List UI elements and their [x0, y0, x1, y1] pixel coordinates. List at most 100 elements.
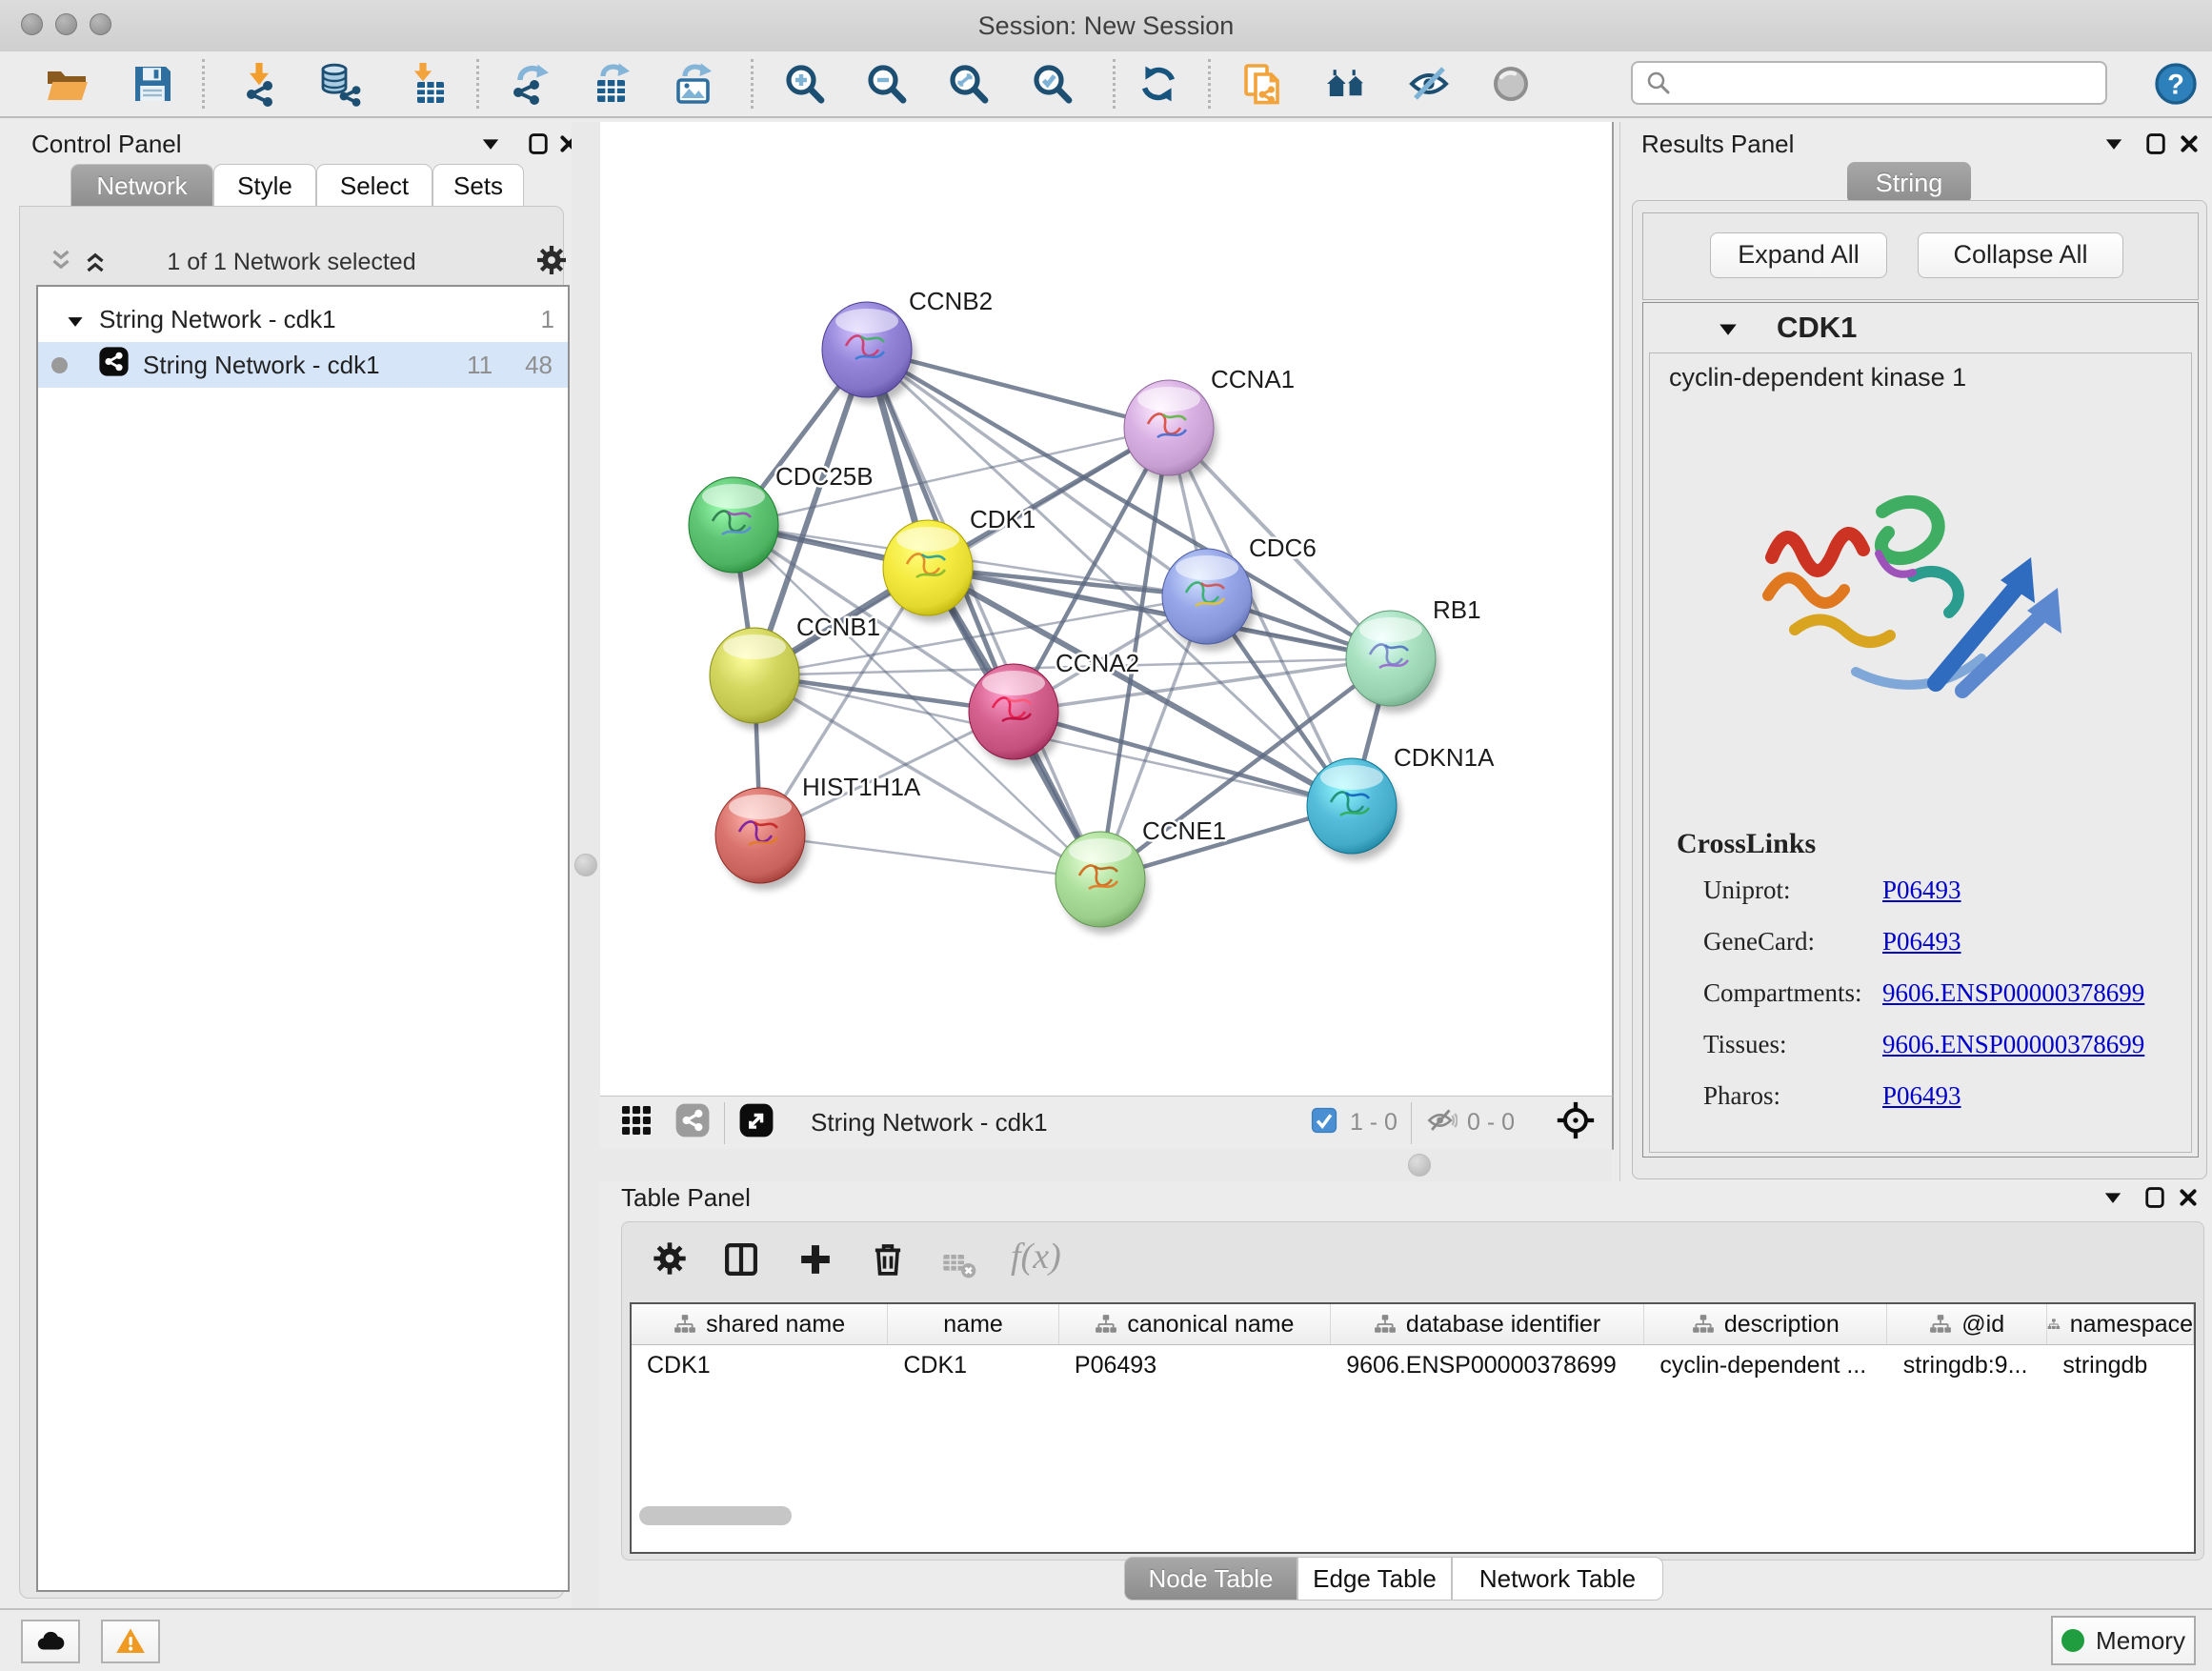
delete-column-icon[interactable] [868, 1239, 908, 1284]
network-node-CDKN1A[interactable]: CDKN1A [1307, 743, 1495, 860]
memory-status-icon [2061, 1629, 2084, 1652]
column-header-database-identifier[interactable]: database identifier [1331, 1304, 1644, 1344]
memory-button[interactable]: Memory [2051, 1616, 2196, 1665]
network-node-RB1[interactable]: RB1 [1346, 595, 1481, 713]
expand-all-button[interactable]: Expand All [1710, 232, 1887, 278]
network-node-CDC6[interactable]: CDC6 [1162, 534, 1317, 651]
table-panel-close-icon[interactable] [2178, 1187, 2199, 1213]
column-header-shared-name[interactable]: shared name [632, 1304, 888, 1344]
table-panel-title: Table Panel [621, 1183, 751, 1213]
collapse-all-button[interactable]: Collapse All [1918, 232, 2123, 278]
zoom-selected-icon[interactable] [1027, 59, 1076, 109]
hidden-eye-icon[interactable] [1425, 1104, 1458, 1141]
crosslink-tissues-link[interactable]: 9606.ENSP00000378699 [1882, 1030, 2144, 1059]
column-header-namespace[interactable]: namespace [2047, 1304, 2194, 1344]
help-icon[interactable]: ? [2151, 59, 2201, 109]
network-edge-HIST1H1A-CCNE1[interactable] [760, 836, 1100, 879]
network-node-HIST1H1A[interactable]: HIST1H1A [715, 773, 921, 890]
export-image-icon[interactable] [668, 59, 717, 109]
vertical-splitter[interactable] [572, 122, 600, 1608]
table-cell[interactable]: CDK1 [888, 1345, 1059, 1385]
cloud-status-button[interactable] [21, 1620, 80, 1663]
export-table-icon[interactable] [586, 59, 635, 109]
manage-columns-icon[interactable] [721, 1239, 761, 1284]
warning-status-button[interactable] [101, 1620, 160, 1663]
collection-expand-icon[interactable] [67, 305, 84, 334]
column-header-name[interactable]: name [888, 1304, 1059, 1344]
birdseye-grid-icon[interactable] [619, 1103, 654, 1142]
splitter-handle[interactable] [574, 854, 597, 876]
crosslink-pharos-link[interactable]: P06493 [1882, 1081, 1961, 1111]
table-horizontal-scrollbar[interactable] [639, 1506, 792, 1525]
table-panel-collapse-icon[interactable] [2103, 1191, 2122, 1209]
crosslink-uniprot-link[interactable]: P06493 [1882, 876, 1961, 905]
tab-sets[interactable]: Sets [432, 164, 524, 208]
search-input[interactable] [1673, 69, 2077, 97]
shared-column-icon [2047, 1314, 2061, 1335]
import-table-file-icon[interactable] [402, 59, 452, 109]
import-network-file-icon[interactable] [234, 59, 284, 109]
results-panel-collapse-icon[interactable] [2104, 137, 2123, 155]
horizontal-splitter[interactable] [600, 1149, 1612, 1181]
tab-edge-table[interactable]: Edge Table [1297, 1557, 1452, 1601]
table-cell[interactable]: CDK1 [632, 1345, 888, 1385]
first-neighbors-icon[interactable] [1322, 59, 1372, 109]
table-cell[interactable]: P06493 [1059, 1345, 1331, 1385]
tab-network[interactable]: Network [70, 164, 213, 208]
export-network-icon[interactable] [505, 59, 554, 109]
search-icon [1644, 69, 1673, 97]
share-view-icon[interactable] [674, 1102, 711, 1143]
network-options-gear-icon[interactable] [534, 243, 569, 282]
table-row[interactable]: CDK1CDK1P064939606.ENSP00000378699cyclin… [632, 1345, 2194, 1385]
crosslink-label: GeneCard: [1703, 927, 1815, 956]
network-view-canvas[interactable]: CCNB2 CCNA1 CDC25B CDK1 CDC6 [600, 122, 1614, 1096]
import-network-database-icon[interactable] [315, 59, 365, 109]
splitter-handle[interactable] [1408, 1154, 1431, 1177]
tab-network-table[interactable]: Network Table [1452, 1557, 1663, 1601]
tab-select[interactable]: Select [316, 164, 432, 208]
table-cell[interactable]: cyclin-dependent ... [1644, 1345, 1887, 1385]
protein-structure-image[interactable] [1745, 439, 2098, 758]
table-panel-float-icon[interactable] [2143, 1185, 2166, 1215]
column-header-description[interactable]: description [1644, 1304, 1887, 1344]
node-label-CCNB2: CCNB2 [909, 287, 993, 315]
node-label-CDKN1A: CDKN1A [1394, 743, 1495, 772]
detach-view-icon[interactable] [738, 1102, 774, 1143]
save-session-icon[interactable] [128, 59, 177, 109]
tab-node-table[interactable]: Node Table [1124, 1557, 1297, 1601]
zoom-fit-icon[interactable] [943, 59, 993, 109]
crosslink-compartments-link[interactable]: 9606.ENSP00000378699 [1882, 978, 2144, 1008]
table-cell[interactable]: 9606.ENSP00000378699 [1331, 1345, 1644, 1385]
zoom-out-icon[interactable] [861, 59, 911, 109]
refresh-layout-icon[interactable] [1134, 59, 1183, 109]
show-all-icon[interactable] [1486, 59, 1536, 109]
zoom-in-icon[interactable] [779, 59, 829, 109]
tab-style[interactable]: Style [213, 164, 316, 208]
network-node-CDC25B[interactable]: CDC25B [689, 462, 874, 579]
network-collection-row[interactable]: String Network - cdk1 1 [38, 296, 568, 342]
add-column-icon[interactable] [795, 1239, 835, 1284]
crosshair-icon[interactable] [1557, 1101, 1595, 1144]
network-row-selected[interactable]: String Network - cdk1 11 48 [38, 342, 568, 388]
results-panel-close-icon[interactable] [2179, 133, 2200, 159]
table-cell[interactable]: stringdb:9... [1888, 1345, 2048, 1385]
control-panel-float-icon[interactable] [527, 131, 550, 161]
copy-style-icon[interactable] [1237, 59, 1286, 109]
search-field[interactable] [1631, 61, 2107, 105]
tab-string[interactable]: String [1847, 162, 1971, 204]
table-settings-gear-icon[interactable] [651, 1239, 689, 1282]
results-panel-float-icon[interactable] [2144, 131, 2167, 161]
column-header--id[interactable]: @id [1887, 1304, 2047, 1344]
column-header-canonical-name[interactable]: canonical name [1059, 1304, 1331, 1344]
crosslinks-title: CrossLinks [1677, 828, 1816, 860]
selected-checkbox-icon[interactable] [1310, 1106, 1338, 1139]
table-cell[interactable]: stringdb [2047, 1345, 2194, 1385]
network-node-CDK1[interactable]: CDK1 [883, 505, 1036, 622]
network-node-CCNB1[interactable]: CCNB1 [710, 613, 880, 730]
crosslink-genecard-link[interactable]: P06493 [1882, 927, 1961, 956]
network-node-CCNA1[interactable]: CCNA1 [1124, 365, 1295, 482]
hide-selection-icon[interactable] [1404, 59, 1454, 109]
open-session-icon[interactable] [42, 59, 91, 109]
result-collapse-icon[interactable] [1718, 322, 1739, 341]
control-panel-collapse-icon[interactable] [481, 137, 500, 155]
